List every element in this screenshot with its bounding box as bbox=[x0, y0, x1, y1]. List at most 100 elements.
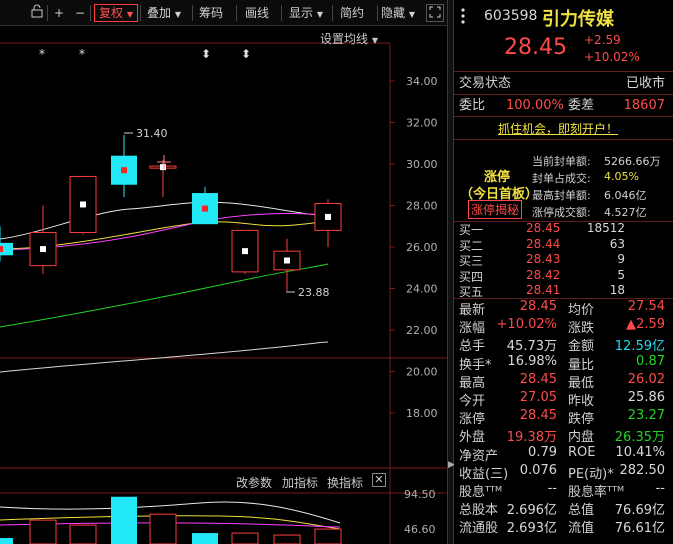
limit-stat-label-1: 封单占成交: bbox=[532, 172, 591, 185]
weicha-value: 18607 bbox=[623, 98, 665, 113]
sub-tick-2: 46.60 bbox=[404, 523, 436, 536]
limit-stat-label-2: 最高封单额: bbox=[532, 189, 591, 202]
stat-value-3b: 0.87 bbox=[636, 353, 665, 369]
stat-value-5a: 27.05 bbox=[519, 390, 557, 405]
menu-icon[interactable] bbox=[460, 7, 474, 25]
adjust-button[interactable]: 复权 ▼ bbox=[94, 4, 138, 22]
limit-stat-label-0: 当前封单额: bbox=[532, 155, 591, 168]
candle-2[interactable] bbox=[69, 175, 97, 235]
stat-label-1a: 涨幅 bbox=[459, 321, 486, 337]
price-change: +2.59 bbox=[584, 33, 621, 47]
candle-6[interactable] bbox=[231, 229, 259, 274]
ma-settings-button[interactable]: 设置均线 ▼ bbox=[320, 30, 378, 47]
trade-status-value: 已收市 bbox=[625, 76, 665, 91]
fullscreen-icon[interactable] bbox=[426, 4, 444, 22]
sub-tick-1: 94.50 bbox=[404, 488, 436, 501]
y-tick-1: 32.00 bbox=[406, 117, 438, 130]
stat-value-1b: ▲2.59 bbox=[626, 317, 665, 333]
candle-5[interactable] bbox=[192, 186, 218, 225]
overlay-button[interactable]: 叠加 ▼ bbox=[147, 4, 181, 22]
y-tick-5: 24.00 bbox=[406, 283, 438, 296]
stat-value-11b: 76.69亿 bbox=[614, 503, 665, 519]
stat-label-9b: PE(动)* bbox=[568, 466, 614, 482]
y-tick-3: 28.00 bbox=[406, 200, 438, 213]
stat-label-4b: 最低 bbox=[568, 375, 595, 391]
stat-value-9a: 0.076 bbox=[519, 462, 557, 478]
draw-line-button[interactable]: 画线 bbox=[245, 4, 269, 22]
trade-status-label: 交易状态 bbox=[459, 76, 512, 91]
hide-label: 隐藏 bbox=[381, 6, 406, 20]
stat-value-10b: -- bbox=[655, 481, 665, 496]
price-change-pct: +10.02% bbox=[584, 50, 640, 64]
stat-label-3a: 换手* bbox=[459, 357, 492, 373]
lock-icon[interactable] bbox=[28, 4, 46, 22]
limit-up-reveal-button[interactable]: 涨停揭秘 bbox=[468, 200, 523, 219]
stat-label-0a: 最新 bbox=[459, 303, 486, 318]
swap-indicator-link[interactable]: 换指标 bbox=[327, 474, 363, 491]
quote-panel: 603598 引力传媒 28.45 +2.59 +10.02% 交易状态 已收市… bbox=[454, 0, 673, 544]
panel-splitter[interactable]: ▶ bbox=[447, 0, 455, 544]
stat-value-10a: -- bbox=[547, 481, 557, 496]
weibi-label: 委比 bbox=[459, 98, 486, 113]
top-marker-3: ⬍ bbox=[241, 47, 251, 61]
stat-value-5b: 25.86 bbox=[627, 390, 665, 405]
limit-stat-value-3: 4.527亿 bbox=[604, 206, 647, 219]
stat-value-7b: 26.35万 bbox=[614, 430, 665, 446]
candle-4[interactable] bbox=[149, 159, 177, 198]
stat-value-4a: 28.45 bbox=[519, 371, 557, 387]
order-label-1: 买二 bbox=[459, 238, 484, 253]
volume-bar-2 bbox=[69, 524, 97, 544]
close-icon[interactable]: ✕ bbox=[372, 473, 386, 487]
display-button[interactable]: 显示 ▼ bbox=[289, 4, 323, 22]
top-marker-0: * bbox=[39, 47, 45, 61]
hide-button[interactable]: 隐藏 ▼ bbox=[381, 4, 415, 22]
stat-value-11a: 2.696亿 bbox=[506, 503, 557, 519]
kline-svg: 34.00 32.00 30.00 28.00 26.00 24.00 22.00 20.00… bbox=[0, 42, 447, 544]
order-volume-3: 5 bbox=[617, 267, 625, 282]
stat-value-6b: 23.27 bbox=[627, 408, 665, 424]
candle-3[interactable] bbox=[111, 134, 137, 198]
stat-label-1b: 涨跌 bbox=[568, 321, 595, 337]
candle-8[interactable] bbox=[314, 199, 342, 247]
zoom-out-button[interactable]: − bbox=[75, 4, 85, 22]
order-price-0: 28.45 bbox=[526, 221, 561, 235]
stat-label-7b: 内盘 bbox=[568, 430, 595, 446]
change-params-link[interactable]: 改参数 bbox=[236, 474, 272, 491]
stat-label-6a: 涨停 bbox=[459, 412, 486, 428]
open-account-link[interactable]: 抓住机会，即刻开户！ bbox=[498, 120, 618, 137]
chevron-down-icon: ▼ bbox=[174, 10, 181, 19]
stat-value-6a: 28.45 bbox=[519, 408, 557, 424]
stat-label-8a: 净资产 bbox=[459, 448, 499, 464]
stat-label-4a: 最高 bbox=[459, 375, 486, 391]
ma-line-grey bbox=[0, 341, 329, 373]
volume-bar-8 bbox=[314, 528, 342, 544]
stat-value-0b: 27.54 bbox=[627, 299, 665, 314]
top-marker-2: ⬍ bbox=[201, 47, 211, 61]
candle-1[interactable] bbox=[29, 205, 57, 274]
adjust-label: 复权 bbox=[99, 6, 124, 20]
candle-0[interactable] bbox=[0, 226, 13, 262]
overlay-label: 叠加 bbox=[147, 6, 172, 20]
y-tick-2: 30.00 bbox=[406, 158, 438, 171]
trade-status-row: 交易状态 已收市 bbox=[454, 73, 673, 94]
order-label-0: 买一 bbox=[459, 223, 484, 237]
order-price-1: 28.44 bbox=[526, 236, 561, 251]
zoom-in-button[interactable]: + bbox=[54, 4, 64, 22]
candle-7[interactable] bbox=[273, 238, 301, 291]
simple-button[interactable]: 简约 bbox=[340, 4, 364, 22]
kline-chart[interactable]: 34.00 32.00 30.00 28.00 26.00 24.00 22.00 20.00… bbox=[0, 27, 447, 544]
chips-button[interactable]: 筹码 bbox=[199, 4, 223, 22]
stat-value-0a: 28.45 bbox=[519, 299, 557, 314]
stock-code: 603598 bbox=[484, 8, 538, 24]
volume-bar-6 bbox=[231, 532, 259, 544]
stat-label-6b: 跌停 bbox=[568, 412, 595, 428]
stat-value-9b: 282.50 bbox=[619, 462, 666, 478]
stat-label-11a: 总股本 bbox=[459, 503, 499, 519]
low-price-label: 23.88 bbox=[298, 286, 330, 299]
order-label-3: 买四 bbox=[459, 269, 484, 284]
order-volume-1: 63 bbox=[609, 236, 625, 251]
stat-label-3b: 量比 bbox=[568, 357, 595, 373]
add-indicator-link[interactable]: 加指标 bbox=[282, 474, 318, 491]
stat-label-12a: 流通股 bbox=[459, 521, 499, 537]
order-price-3: 28.42 bbox=[526, 267, 561, 282]
